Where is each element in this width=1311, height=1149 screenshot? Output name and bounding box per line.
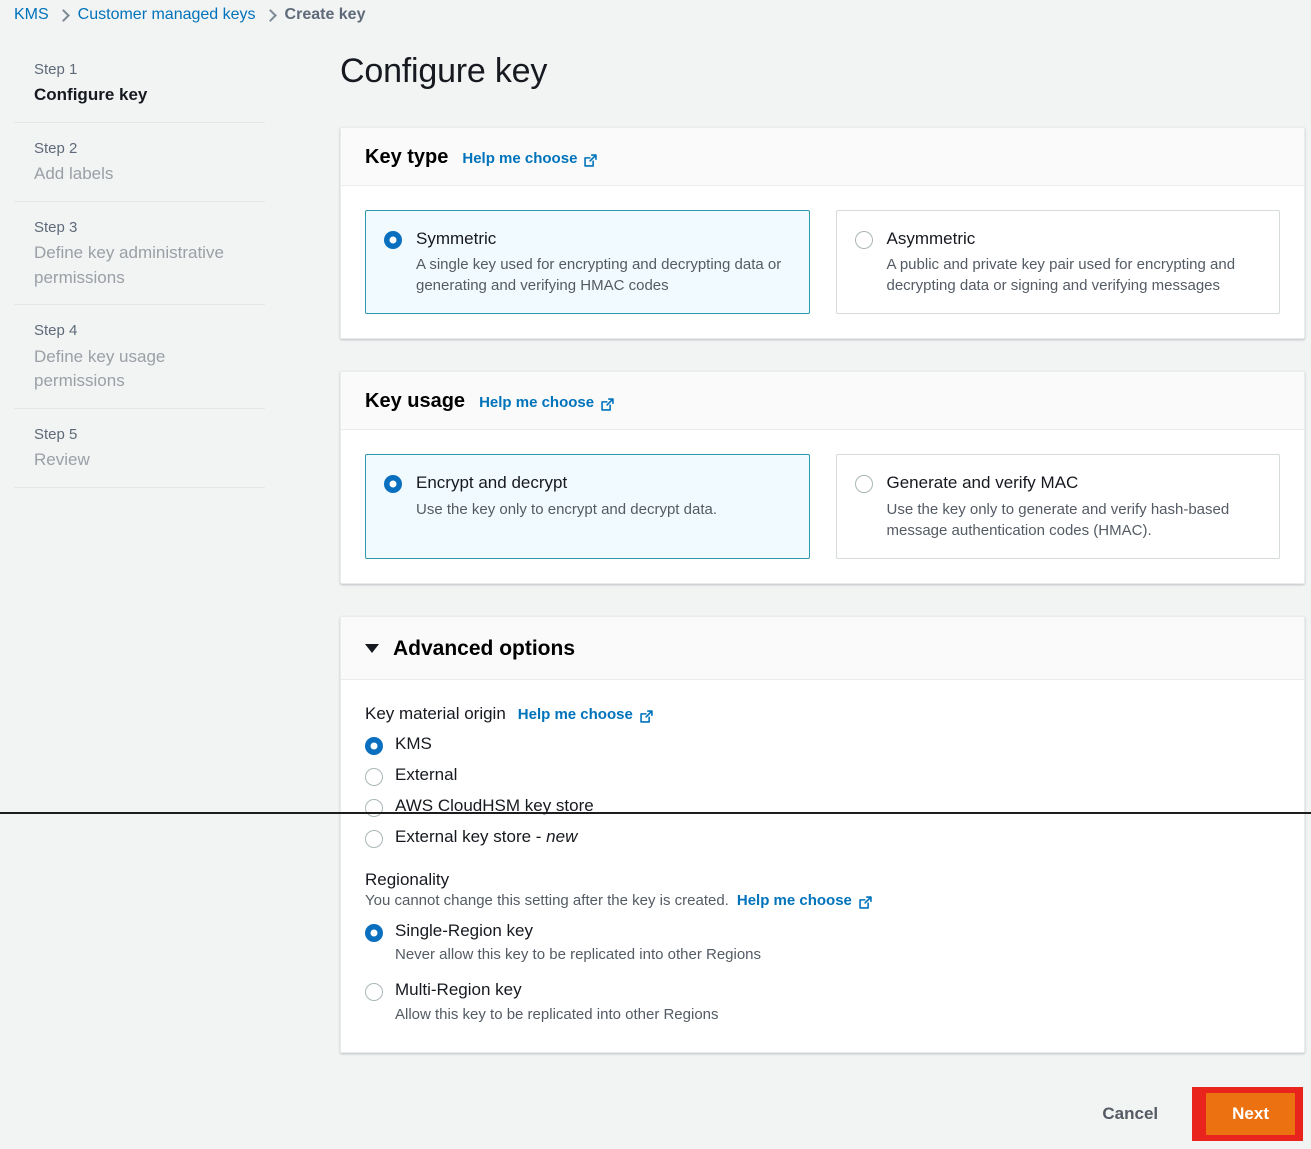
key-material-origin-option-external[interactable]: External	[365, 765, 1280, 786]
key-usage-help-label: Help me choose	[479, 394, 595, 412]
sidebar-step-1-number: Step 1	[34, 61, 78, 78]
key-material-origin-option-external-key-store[interactable]: External key store - new	[365, 827, 1280, 848]
advanced-options-body: Key material origin Help me choose KMS E…	[341, 680, 1304, 1053]
sidebar-step-5-label: Review	[34, 450, 90, 470]
key-type-symmetric-description: A single key used for encrypting and dec…	[416, 256, 782, 295]
key-type-options: Symmetric A single key used for encrypti…	[365, 210, 1280, 315]
regionality-help-link[interactable]: Help me choose	[737, 892, 873, 909]
external-link-icon	[583, 153, 598, 168]
key-material-origin-help-link[interactable]: Help me choose	[518, 706, 654, 723]
key-type-symmetric-radio[interactable]	[384, 231, 402, 249]
sidebar-step-1-label: Configure key	[34, 85, 148, 105]
next-button[interactable]: Next	[1206, 1093, 1295, 1135]
key-material-origin-option-kms[interactable]: KMS	[365, 734, 1280, 755]
key-usage-option-generate-verify-mac[interactable]: Generate and verify MAC Use the key only…	[835, 454, 1280, 559]
regionality-multi-region-radio[interactable]	[365, 983, 383, 1002]
key-type-help-label: Help me choose	[462, 150, 578, 167]
key-usage-generate-verify-mac-radio[interactable]	[854, 475, 873, 494]
sidebar-step-2[interactable]: Step 2 Add labels	[14, 123, 265, 202]
next-button-focus-ring: Next	[1192, 1087, 1303, 1141]
sidebar-step-2-number: Step 2	[34, 139, 78, 157]
page-title: Configure key	[340, 52, 548, 90]
key-usage-body: Encrypt and decrypt Use the key only to …	[341, 430, 1304, 582]
key-type-body: Symmetric A single key used for encrypti…	[341, 186, 1304, 338]
key-material-origin-external-radio[interactable]	[365, 767, 383, 786]
chevron-right-icon	[56, 8, 70, 22]
breadcrumb-item-customer-managed-keys[interactable]: Customer managed keys	[78, 6, 256, 24]
key-material-origin-external-key-store-badge: new	[546, 826, 578, 846]
caret-down-icon	[365, 644, 379, 653]
key-usage-option-encrypt-decrypt[interactable]: Encrypt and decrypt Use the key only to …	[365, 454, 810, 559]
external-link-icon	[600, 397, 615, 412]
key-material-origin-external-key-store-label: External key store - new	[395, 827, 577, 847]
key-type-header: Key type Help me choose	[341, 128, 1304, 186]
regionality-option-multi-region[interactable]: Multi-Region key Allow this key to be re…	[365, 980, 1280, 1024]
key-usage-encrypt-decrypt-description: Use the key only to encrypt and decrypt …	[416, 500, 718, 518]
key-usage-encrypt-decrypt-radio[interactable]	[384, 475, 402, 494]
sidebar-step-5[interactable]: Step 5 Review	[14, 409, 265, 488]
sidebar-step-4-number: Step 4	[34, 322, 78, 340]
regionality-multi-region-description: Allow this key to be replicated into oth…	[395, 1005, 719, 1023]
sidebar-step-5-number: Step 5	[34, 425, 78, 443]
key-usage-generate-verify-mac-description: Use the key only to generate and verify …	[886, 500, 1230, 539]
key-type-help-link[interactable]: Help me choose	[462, 150, 598, 167]
key-material-origin-cloudhsm-radio[interactable]	[365, 798, 383, 817]
breadcrumb: KMS Customer managed keys Create key	[14, 6, 365, 24]
key-material-origin-external-key-store-text: External key store -	[395, 826, 547, 846]
key-material-origin-kms-label: KMS	[395, 733, 432, 753]
external-link-icon	[639, 709, 654, 724]
cancel-button[interactable]: Cancel	[1096, 1094, 1164, 1134]
sidebar-step-2-label: Add labels	[34, 164, 114, 184]
key-type-title: Key type	[365, 146, 449, 168]
key-material-origin-kms-radio[interactable]	[365, 736, 383, 755]
key-material-origin-external-label: External	[395, 764, 458, 784]
regionality-note-row: You cannot change this setting after the…	[365, 892, 1280, 909]
key-usage-generate-verify-mac-label: Generate and verify MAC	[886, 473, 1079, 493]
breadcrumb-item-kms[interactable]: KMS	[14, 6, 49, 24]
key-type-option-symmetric[interactable]: Symmetric A single key used for encrypti…	[365, 210, 810, 315]
chevron-right-icon	[263, 8, 277, 22]
regionality-single-region-radio[interactable]	[365, 923, 383, 942]
wizard-footer: Cancel Next	[0, 1079, 1311, 1149]
regionality-single-region-label: Single-Region key	[395, 920, 533, 940]
key-material-origin-external-key-store-radio[interactable]	[365, 829, 383, 848]
sidebar-step-4[interactable]: Step 4 Define key usage permissions	[14, 305, 265, 409]
regionality-note: You cannot change this setting after the…	[365, 891, 729, 909]
key-usage-section: Key usage Help me choose Encrypt and dec…	[340, 371, 1305, 584]
breadcrumb-item-create-key: Create key	[284, 6, 366, 23]
sidebar-step-4-label: Define key usage permissions	[34, 346, 166, 391]
key-type-option-asymmetric[interactable]: Asymmetric A public and private key pair…	[835, 210, 1280, 315]
key-usage-header: Key usage Help me choose	[341, 372, 1304, 431]
key-material-origin-label: Key material origin	[365, 703, 506, 723]
key-type-section: Key type Help me choose Symmetric A sing	[340, 127, 1305, 340]
key-type-symmetric-label: Symmetric	[416, 229, 497, 248]
regionality-help-label: Help me choose	[736, 891, 852, 909]
sidebar-step-3-number: Step 3	[34, 218, 78, 236]
key-type-asymmetric-radio[interactable]	[854, 231, 873, 249]
key-usage-help-link[interactable]: Help me choose	[479, 394, 615, 411]
sidebar-step-3-label: Define key administrative permissions	[34, 243, 224, 287]
key-type-asymmetric-description: A public and private key pair used for e…	[886, 256, 1236, 295]
regionality-multi-region-label: Multi-Region key	[395, 980, 522, 1000]
screenshot-seam-line	[0, 812, 1311, 814]
sidebar-step-1[interactable]: Step 1 Configure key	[14, 48, 265, 123]
key-material-origin-help-label: Help me choose	[517, 705, 633, 723]
advanced-options-toggle[interactable]: Advanced options	[341, 616, 1304, 680]
key-usage-encrypt-decrypt-label: Encrypt and decrypt	[416, 473, 568, 493]
regionality-label: Regionality	[365, 869, 450, 889]
wizard-steps-sidebar: Step 1 Configure key Step 2 Add labels S…	[0, 48, 300, 488]
regionality-single-region-description: Never allow this key to be replicated in…	[395, 945, 762, 963]
external-link-icon	[858, 895, 873, 910]
main-content: Configure key Key type Help me choose Sy…	[340, 52, 1305, 1085]
key-usage-options: Encrypt and decrypt Use the key only to …	[365, 454, 1280, 559]
regionality-option-single-region[interactable]: Single-Region key Never allow this key t…	[365, 921, 1280, 965]
sidebar-step-3[interactable]: Step 3 Define key administrative permiss…	[14, 202, 265, 306]
advanced-options-title: Advanced options	[393, 636, 576, 660]
key-material-origin-label-row: Key material origin Help me choose	[365, 704, 1280, 724]
key-type-asymmetric-label: Asymmetric	[886, 229, 976, 248]
key-usage-title: Key usage	[365, 390, 466, 413]
advanced-options-section: Advanced options Key material origin Hel…	[340, 615, 1305, 1054]
